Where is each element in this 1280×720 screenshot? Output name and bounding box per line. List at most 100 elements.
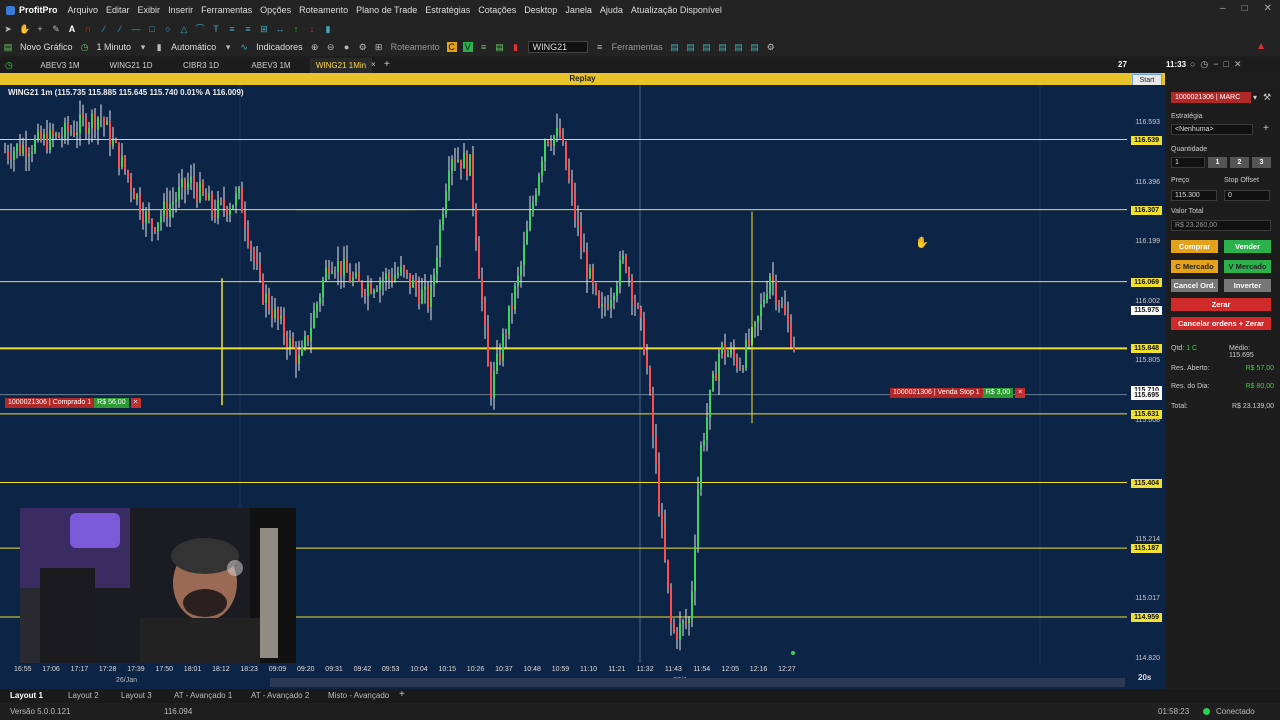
rectangle-icon[interactable]: □	[147, 24, 157, 34]
sell-button[interactable]: Vender	[1224, 240, 1271, 253]
chart-tab[interactable]: WING21 1D	[102, 58, 160, 73]
ray-icon[interactable]: ∕	[115, 24, 125, 34]
polygon-icon[interactable]: △	[179, 24, 189, 34]
zero-button[interactable]: Zerar	[1171, 298, 1271, 311]
arrow-down-icon[interactable]: ↓	[307, 24, 317, 34]
grid-icon[interactable]: ⊞	[259, 24, 269, 34]
fibo-icon[interactable]: ≡	[227, 24, 237, 34]
buy-button[interactable]: Comprar	[1171, 240, 1218, 253]
chart-tab[interactable]: WING21 1Min	[310, 58, 372, 73]
buy-position-bar[interactable]: 1000021306 | Comprado 1 R$ 56,00 ×	[5, 398, 141, 408]
menu-item[interactable]: Ajuda	[600, 5, 623, 15]
circle-icon[interactable]: ○	[163, 24, 173, 34]
new-chart-button[interactable]: Novo Gráfico	[20, 42, 73, 52]
tool-f-icon[interactable]: ▤	[750, 42, 760, 52]
crosshair-icon[interactable]: +	[35, 24, 45, 34]
chevron-down-icon[interactable]: ▾	[1253, 93, 1257, 102]
zoom-out-icon[interactable]: ⊖	[326, 42, 336, 52]
tool-e-icon[interactable]: ▤	[734, 42, 744, 52]
times-trades-icon[interactable]: ▤	[495, 42, 505, 52]
sell-market-button[interactable]: V Mercado	[1224, 260, 1271, 273]
zoom-in-icon[interactable]: ⊕	[310, 42, 320, 52]
close-position-icon[interactable]: ×	[130, 398, 141, 408]
gear-icon[interactable]: ⚙	[766, 42, 776, 52]
minimize-icon[interactable]: –	[1220, 3, 1226, 14]
tool-b-icon[interactable]: ▤	[686, 42, 696, 52]
menu-item[interactable]: Exibir	[138, 5, 161, 15]
add-tab-icon[interactable]: +	[384, 59, 390, 70]
buy-market-button[interactable]: C Mercado	[1171, 260, 1218, 273]
layout-tab[interactable]: Layout 1	[10, 689, 43, 703]
line-icon[interactable]: ∕	[99, 24, 109, 34]
text-icon[interactable]: A	[67, 24, 77, 34]
layout-tab[interactable]: AT - Avançado 2	[251, 689, 309, 703]
stop-offset-field[interactable]: 0	[1224, 190, 1270, 201]
maximize-icon[interactable]: □	[1242, 3, 1248, 14]
menu-item[interactable]: Arquivo	[68, 5, 99, 15]
settings-icon[interactable]: ⚙	[358, 42, 368, 52]
quantity-preset-button[interactable]: 2	[1230, 157, 1249, 168]
hand-icon[interactable]: ✋	[19, 24, 30, 34]
window-icons[interactable]: ○◷−□✕	[1190, 59, 1247, 70]
volume-icon[interactable]: ▮	[511, 42, 521, 52]
c-badge-icon[interactable]: C	[446, 42, 457, 52]
book-icon[interactable]: ≡	[479, 42, 489, 52]
chevron-down-icon[interactable]: ▾	[223, 42, 233, 52]
channel-icon[interactable]: ≡	[243, 24, 253, 34]
arc-icon[interactable]: ⌒	[195, 24, 205, 34]
invert-button[interactable]: Inverter	[1224, 279, 1271, 292]
grid-icon[interactable]: ⊞	[374, 42, 384, 52]
menu-item[interactable]: Ferramentas	[201, 5, 252, 15]
layout-tab[interactable]: AT - Avançado 1	[174, 689, 232, 703]
menu-item[interactable]: Desktop	[524, 5, 557, 15]
tool-d-icon[interactable]: ▤	[718, 42, 728, 52]
menu-item[interactable]: Editar	[106, 5, 130, 15]
interval-select[interactable]: 1 Minuto	[97, 42, 132, 52]
candle-icon[interactable]: ▮	[154, 42, 164, 52]
new-chart-icon[interactable]: ▤	[3, 42, 13, 52]
close-icon[interactable]: ✕	[1264, 3, 1272, 14]
chart-tab[interactable]: ABEV3 1M	[242, 58, 300, 73]
alert-icon[interactable]: ▲	[1256, 41, 1266, 52]
indicators-button[interactable]: Indicadores	[256, 42, 303, 52]
chart-tab[interactable]: CIBR3 1D	[172, 58, 230, 73]
tool-a-icon[interactable]: ▤	[670, 42, 680, 52]
quantity-preset-button[interactable]: 1	[1208, 157, 1227, 168]
menu-item[interactable]: Estratégias	[425, 5, 470, 15]
quantity-field[interactable]: 1	[1171, 157, 1205, 168]
cancel-and-zero-button[interactable]: Cancelar ordens + Zerar	[1171, 317, 1271, 330]
cancel-orders-button[interactable]: Cancel Ord.	[1171, 279, 1218, 292]
menu-item[interactable]: Opções	[260, 5, 291, 15]
list-icon[interactable]: ≡	[595, 42, 605, 52]
layout-tab[interactable]: Layout 3	[121, 689, 152, 703]
add-strategy-icon[interactable]: +	[1263, 123, 1269, 134]
account-select[interactable]: 1000021306 | MARC	[1171, 92, 1251, 103]
tools-icon[interactable]: ⚒	[1263, 92, 1271, 103]
magnet-icon[interactable]: ∩	[83, 24, 93, 34]
scale-mode-select[interactable]: Automático	[171, 42, 216, 52]
hline-icon[interactable]: —	[131, 24, 141, 34]
stop-order-bar[interactable]: 1000021306 | Venda Stop 1 R$ 3,00 ×	[890, 388, 1026, 398]
v-badge-icon[interactable]: V	[462, 42, 473, 52]
quantity-preset-button[interactable]: 3	[1252, 157, 1271, 168]
bars-icon[interactable]: ▮	[323, 24, 333, 34]
strategy-select[interactable]: <Nenhuma>	[1171, 124, 1253, 135]
lock-icon[interactable]: ●	[342, 42, 352, 52]
menu-item[interactable]: Cotações	[478, 5, 516, 15]
close-tab-icon[interactable]: ×	[371, 60, 376, 69]
layout-tab[interactable]: Misto - Avançado	[328, 689, 389, 703]
menu-item[interactable]: Inserir	[168, 5, 193, 15]
tools-button[interactable]: Ferramentas	[612, 42, 663, 52]
time-scrollbar[interactable]	[270, 678, 1125, 687]
tool-c-icon[interactable]: ▤	[702, 42, 712, 52]
layout-tab[interactable]: Layout 2	[68, 689, 99, 703]
cursor-icon[interactable]: ➤	[3, 24, 13, 34]
symbol-select[interactable]: WING21	[527, 41, 588, 53]
chart-menu-icon[interactable]: ◷	[5, 60, 13, 71]
chevron-down-icon[interactable]: ▾	[138, 42, 148, 52]
chart-tab[interactable]: ABEV3 1M	[30, 58, 90, 73]
edit-icon[interactable]: ✎	[51, 24, 61, 34]
arrow-up-icon[interactable]: ↑	[291, 24, 301, 34]
cancel-stop-icon[interactable]: ×	[1015, 388, 1026, 398]
menu-item[interactable]: Plano de Trade	[356, 5, 417, 15]
